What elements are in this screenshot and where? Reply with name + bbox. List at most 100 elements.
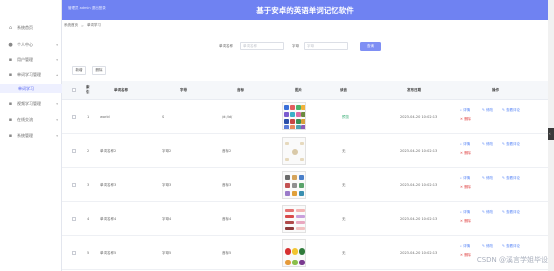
review-button[interactable]: ✎ 查看评论 (502, 108, 520, 113)
row-letter: 字母3 (162, 183, 172, 187)
sidebar-item-video-study[interactable]: ▪ 视频学习管理 ▾ (0, 99, 62, 109)
column-header-actions: 操作 (492, 88, 499, 92)
row-delete-button[interactable]: ✕ 删除 (460, 219, 471, 224)
column-header-phonetic: 音标 (237, 88, 244, 92)
breadcrumb-home[interactable]: 系统首页 (64, 23, 78, 28)
column-header-index: 索引 (86, 85, 90, 94)
breadcrumb-separator: > (81, 23, 84, 28)
search-button[interactable]: 查询 (360, 42, 381, 51)
row-delete-button[interactable]: ✕ 删除 (460, 151, 471, 156)
row-index: 3 (87, 183, 90, 187)
sidebar-subitem-word-study[interactable]: 单词学习 (0, 84, 62, 93)
edit-button[interactable]: ✎ 修改 (482, 108, 493, 113)
sidebar-item-label: 个人中心 (17, 42, 33, 47)
sidebar-item-profile[interactable]: ● 个人中心 ▾ (0, 40, 62, 50)
close-icon: ✕ (460, 117, 463, 121)
review-button[interactable]: ✎ 查看评论 (502, 244, 520, 249)
close-icon: ✕ (460, 219, 463, 223)
grid-icon: ▪ (8, 100, 13, 107)
row-phonetic: 音标4 (222, 217, 232, 221)
word-image[interactable] (282, 102, 306, 130)
row-actions: ⌕ 详情 ✎ 修改 ✎ 查看评论 ✕ 删除 (460, 210, 548, 230)
close-icon: ✕ (460, 185, 463, 189)
row-index: 2 (87, 149, 90, 153)
row-phonetic: 音标2 (222, 149, 232, 153)
column-header-image: 图片 (295, 88, 302, 92)
detail-button[interactable]: ⌕ 详情 (460, 244, 470, 249)
word-image[interactable] (282, 239, 306, 267)
edit-icon: ✎ (502, 176, 505, 180)
word-image[interactable] (282, 137, 306, 165)
watermark: CSDN @溪言学姐毕设 (476, 256, 548, 264)
row-phonetic: 音标5 (222, 251, 232, 255)
edit-button[interactable]: ✎ 修改 (482, 176, 493, 181)
word-name-input[interactable]: 单词名称 (240, 42, 284, 50)
detail-button[interactable]: ⌕ 详情 (460, 210, 470, 215)
row-audio: 无 (342, 183, 346, 187)
add-button[interactable]: 新增 (72, 66, 86, 75)
row-checkbox[interactable] (72, 183, 76, 187)
table-row: 5 单词名称5 字母5 音标5 无 2023-04-20 10:02:13 ⌕ … (62, 236, 548, 270)
edit-icon: ✎ (502, 244, 505, 248)
row-delete-button[interactable]: ✕ 删除 (460, 117, 471, 122)
column-header-date: 发布日期 (407, 88, 421, 92)
sidebar-item-system[interactable]: ▪ 系统管理 ▾ (0, 131, 62, 141)
review-button[interactable]: ✎ 查看评论 (502, 176, 520, 181)
row-word: 单词名称4 (100, 217, 117, 221)
breadcrumb-current: 单词学习 (86, 23, 101, 27)
home-icon: ⌂ (8, 24, 13, 31)
row-date: 2023-04-20 10:02:13 (400, 183, 438, 187)
letter-input[interactable]: 字母 (304, 42, 348, 50)
search-icon: ⌕ (460, 176, 462, 180)
chevron-down-icon: ▾ (56, 102, 58, 106)
sidebar-item-label: 视频学习管理 (17, 101, 41, 106)
row-checkbox[interactable] (72, 217, 76, 221)
row-delete-button[interactable]: ✕ 删除 (460, 185, 471, 190)
select-all-checkbox[interactable] (72, 88, 76, 92)
detail-button[interactable]: ⌕ 详情 (460, 108, 470, 113)
row-word: world (100, 115, 110, 119)
sidebar-item-users[interactable]: ▪ 用户管理 ▾ (0, 55, 62, 65)
table-header: 索引 单词名称 字母 音标 图片 读音 发布日期 操作 (62, 81, 548, 100)
word-image[interactable] (282, 205, 306, 233)
sidebar-item-word-study[interactable]: ▪ 单词学习管理 ▴ (0, 70, 62, 80)
chevron-left-icon: ‹ (549, 131, 551, 136)
sidebar-item-chat[interactable]: ▪ 在线交流 ▾ (0, 115, 62, 125)
search-icon: ⌕ (460, 244, 462, 248)
edit-button[interactable]: ✎ 修改 (482, 142, 493, 147)
word-image[interactable] (282, 171, 306, 199)
row-checkbox[interactable] (72, 115, 76, 119)
sidebar-item-home[interactable]: ⌂ 系统首页 (0, 23, 62, 33)
row-date: 2023-04-20 10:02:13 (400, 149, 438, 153)
app-header: 管理员 admin 退出登录 基于安卓的英语单词记忆软件 (62, 0, 548, 20)
sidebar: ⌂ 系统首页 ● 个人中心 ▾ ▪ 用户管理 ▾ ▪ 单词学习管理 ▴ 单词学习… (0, 0, 62, 271)
delete-button[interactable]: 删除 (92, 66, 106, 75)
edit-icon: ✎ (482, 244, 485, 248)
row-audio: 无 (342, 149, 346, 153)
search-icon: ⌕ (460, 108, 462, 112)
row-delete-button[interactable]: ✕ 删除 (460, 253, 471, 258)
row-word: 单词名称5 (100, 251, 117, 255)
edit-button[interactable]: ✎ 修改 (482, 244, 493, 249)
detail-button[interactable]: ⌕ 详情 (460, 176, 470, 181)
detail-button[interactable]: ⌕ 详情 (460, 142, 470, 147)
row-checkbox[interactable] (72, 251, 76, 255)
search-icon: ⌕ (460, 142, 462, 146)
review-button[interactable]: ✎ 查看评论 (502, 210, 520, 215)
scroll-handle[interactable]: ‹ (548, 128, 554, 140)
review-button[interactable]: ✎ 查看评论 (502, 142, 520, 147)
row-date: 2023-04-20 10:02:13 (400, 251, 438, 255)
edit-button[interactable]: ✎ 修改 (482, 210, 493, 215)
sidebar-subitem-label: 单词学习 (18, 85, 34, 91)
letter-label: 字母 (292, 44, 299, 48)
edit-icon: ✎ (502, 210, 505, 214)
row-audio[interactable]: 预览 (342, 115, 349, 120)
chevron-up-icon: ▴ (56, 73, 58, 77)
row-checkbox[interactable] (72, 149, 76, 153)
app-title: 基于安卓的英语单词记忆软件 (256, 6, 354, 15)
row-audio: 无 (342, 251, 346, 255)
grid-icon: ▪ (8, 71, 13, 78)
edit-icon: ✎ (502, 142, 505, 146)
close-icon: ✕ (460, 151, 463, 155)
table-row: 3 单词名称3 字母3 音标3 无 2023-04-20 10:02:13 ⌕ … (62, 168, 548, 202)
